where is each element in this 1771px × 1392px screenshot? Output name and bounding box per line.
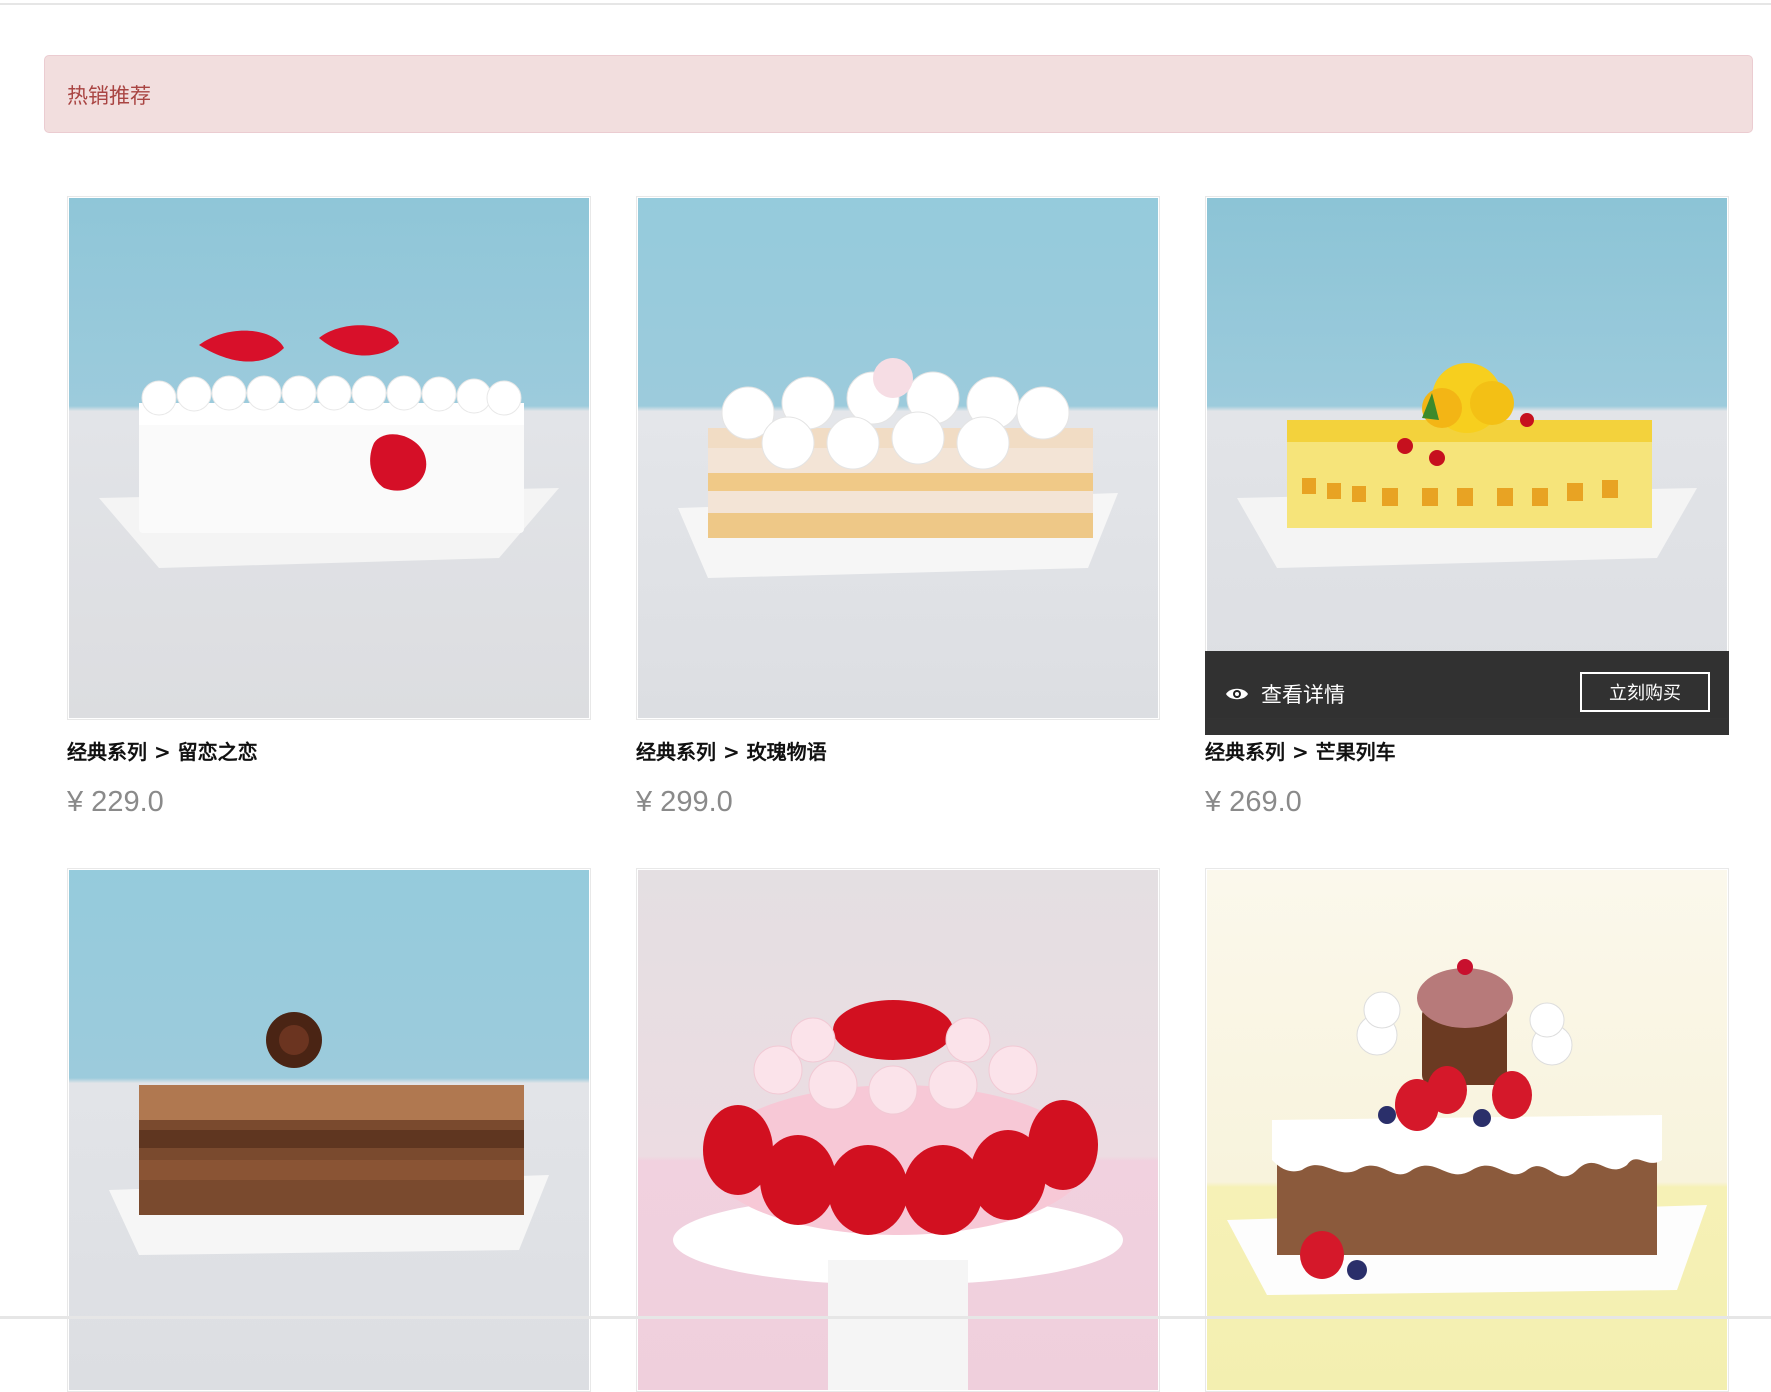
product-image-link[interactable] bbox=[1205, 196, 1729, 720]
product-image-link[interactable] bbox=[636, 868, 1160, 1392]
buy-now-button[interactable]: 立刻购买 bbox=[1580, 672, 1710, 712]
view-details-label: 查看详情 bbox=[1261, 683, 1345, 707]
product-photo bbox=[638, 198, 1158, 718]
section-title: 热销推荐 bbox=[67, 84, 151, 108]
eye-icon bbox=[1226, 688, 1248, 700]
product-photo bbox=[1207, 870, 1727, 1390]
product-image-link[interactable] bbox=[67, 196, 591, 720]
product-price: ¥ 299.0 bbox=[636, 786, 733, 818]
product-photo bbox=[69, 870, 589, 1390]
product-name[interactable]: 经典系列 > 玫瑰物语 bbox=[636, 736, 827, 765]
hot-sale-banner: 热销推荐 bbox=[44, 55, 1753, 133]
product-name[interactable]: 经典系列 > 芒果列车 bbox=[1205, 736, 1396, 765]
product-photo bbox=[1207, 198, 1727, 718]
product-hover-overlay: 查看详情 立刻购买 bbox=[1205, 651, 1729, 735]
product-image-link[interactable] bbox=[636, 196, 1160, 720]
product-price: ¥ 229.0 bbox=[67, 786, 164, 818]
product-photo bbox=[638, 870, 1158, 1390]
top-border bbox=[0, 0, 1771, 5]
view-details-button[interactable]: 查看详情 bbox=[1225, 677, 1345, 711]
product-price: ¥ 269.0 bbox=[1205, 786, 1302, 818]
product-name[interactable]: 经典系列 > 留恋之恋 bbox=[67, 736, 258, 765]
product-image-link[interactable] bbox=[1205, 868, 1729, 1392]
product-photo bbox=[69, 198, 589, 718]
product-image-link[interactable] bbox=[67, 868, 591, 1392]
